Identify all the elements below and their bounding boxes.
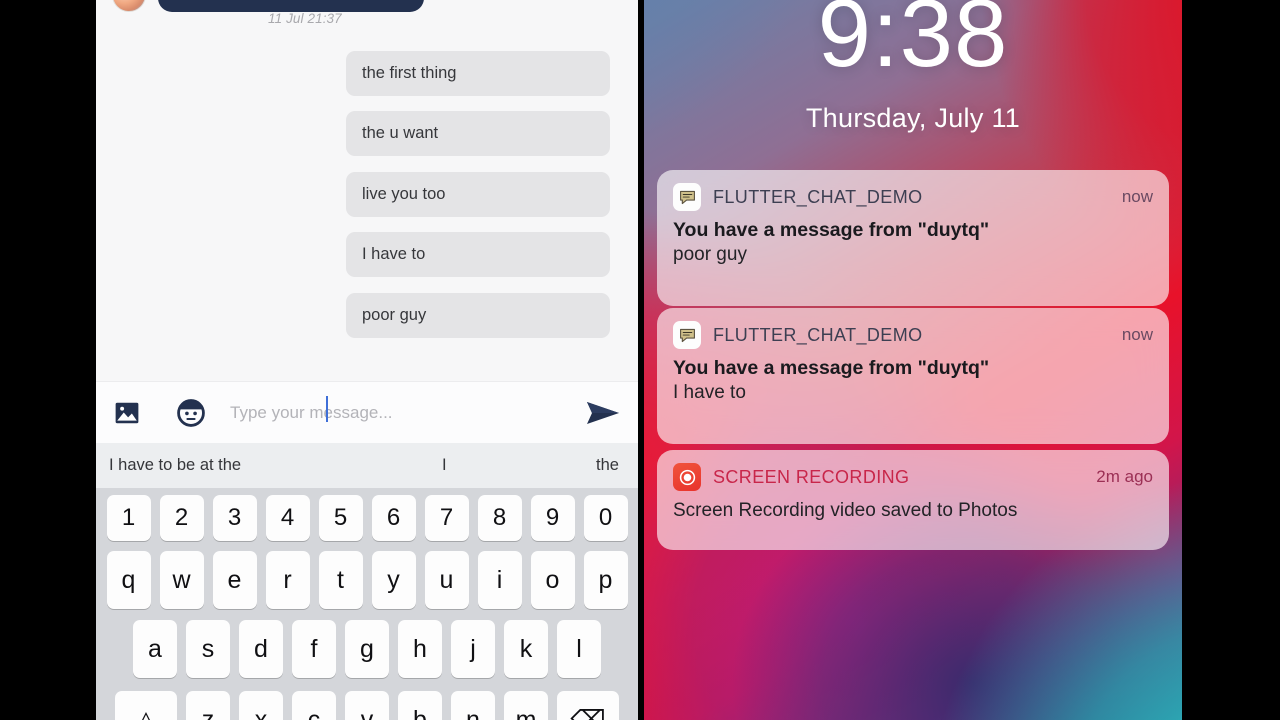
key[interactable]: j — [451, 620, 495, 678]
notification-body: I have to — [673, 382, 746, 403]
emoji-face-icon[interactable] — [176, 398, 206, 428]
keyboard-row-home: a s d f g h j k l — [96, 620, 638, 689]
notification-body: Screen Recording video saved to Photos — [673, 500, 1018, 521]
key[interactable]: r — [265, 551, 310, 609]
notification-card[interactable]: FLUTTER_CHAT_DEMO now You have a message… — [657, 308, 1169, 444]
key[interactable]: d — [239, 620, 283, 678]
key[interactable]: x — [239, 691, 283, 720]
chat-message-list[interactable]: 11 Jul 21:37 the first thing the u want … — [96, 0, 638, 380]
notification-header: SCREEN RECORDING 2m ago — [657, 450, 1169, 492]
notification-header: FLUTTER_CHAT_DEMO now — [657, 308, 1169, 350]
outgoing-message-bubble[interactable]: the first thing — [346, 51, 610, 96]
key[interactable]: h — [398, 620, 442, 678]
on-screen-keyboard: 1 2 3 4 5 6 7 8 9 0 q w e r t y u i o p … — [96, 488, 638, 720]
key[interactable]: w — [159, 551, 204, 609]
key[interactable]: 5 — [318, 495, 363, 541]
lock-screen-date: Thursday, July 11 — [805, 103, 1021, 133]
key[interactable]: o — [530, 551, 575, 609]
key[interactable]: i — [477, 551, 522, 609]
screen-record-icon — [673, 463, 701, 491]
notification-title: You have a message from "duytq" — [673, 357, 990, 379]
key[interactable]: 1 — [106, 495, 151, 541]
outgoing-message-bubble[interactable]: I have to — [346, 232, 610, 277]
notification-app-name: FLUTTER_CHAT_DEMO — [713, 186, 923, 207]
avatar — [112, 0, 146, 12]
notification-app-name: SCREEN RECORDING — [713, 466, 910, 487]
key[interactable]: s — [186, 620, 230, 678]
notification-time: 2m ago — [1096, 467, 1153, 486]
key[interactable]: 4 — [265, 495, 310, 541]
notification-body: poor guy — [673, 244, 747, 265]
screenshot-root: 11 Jul 21:37 the first thing the u want … — [0, 0, 1280, 720]
text-cursor — [326, 396, 328, 422]
key[interactable]: 8 — [477, 495, 522, 541]
key[interactable]: p — [583, 551, 628, 609]
key[interactable]: 0 — [583, 495, 628, 541]
key[interactable]: u — [424, 551, 469, 609]
chat-app-panel: 11 Jul 21:37 the first thing the u want … — [96, 0, 638, 720]
keyboard-row-top: q w e r t y u i o p — [96, 551, 638, 620]
backspace-key[interactable]: ⌫ — [557, 691, 619, 720]
ios-lock-screen-panel: 9:38 Thursday, July 11 FLUTTER_CHAT_DEMO… — [644, 0, 1182, 720]
message-timestamp: 11 Jul 21:37 — [268, 11, 342, 26]
key[interactable]: g — [345, 620, 389, 678]
key[interactable]: 3 — [212, 495, 257, 541]
keyboard-suggestion-bar: I have to be at the I the — [96, 443, 638, 488]
chat-bubble-app-icon — [673, 321, 701, 349]
panel-divider — [638, 0, 644, 720]
key[interactable]: q — [106, 551, 151, 609]
key[interactable]: k — [504, 620, 548, 678]
key[interactable]: c — [292, 691, 336, 720]
keyboard-row-bottom: △ z x c v b n m ⌫ — [96, 689, 638, 720]
key[interactable]: 7 — [424, 495, 469, 541]
notification-title: You have a message from "duytq" — [673, 219, 990, 241]
key[interactable]: e — [212, 551, 257, 609]
notification-app-name: FLUTTER_CHAT_DEMO — [713, 324, 923, 345]
suggestion-item[interactable]: I — [442, 456, 447, 475]
key[interactable]: f — [292, 620, 336, 678]
notification-time: now — [1121, 187, 1153, 206]
lock-screen-time: 9:38 — [817, 0, 1009, 87]
message-input[interactable] — [222, 402, 586, 423]
notification-card[interactable]: SCREEN RECORDING 2m ago Screen Recording… — [657, 450, 1169, 550]
suggestion-item[interactable]: I have to be at the — [109, 456, 241, 475]
key[interactable]: l — [557, 620, 601, 678]
notification-time: now — [1121, 325, 1153, 344]
key[interactable]: 9 — [530, 495, 575, 541]
key[interactable]: 2 — [159, 495, 204, 541]
notification-card[interactable]: FLUTTER_CHAT_DEMO now You have a message… — [657, 170, 1169, 306]
key[interactable]: a — [133, 620, 177, 678]
outgoing-message-bubble[interactable]: the u want — [346, 111, 610, 156]
send-icon[interactable] — [586, 398, 620, 428]
image-icon[interactable] — [114, 400, 140, 426]
letterbox-right — [1182, 0, 1280, 720]
key[interactable]: n — [451, 691, 495, 720]
outgoing-message-bubble[interactable]: poor guy — [346, 293, 610, 338]
key[interactable]: t — [318, 551, 363, 609]
shift-key[interactable]: △ — [115, 691, 177, 720]
key[interactable]: 6 — [371, 495, 416, 541]
letterbox-left — [0, 0, 96, 720]
key[interactable]: z — [186, 691, 230, 720]
suggestion-item[interactable]: the — [596, 456, 619, 475]
key[interactable]: y — [371, 551, 416, 609]
key[interactable]: b — [398, 691, 442, 720]
message-composer — [96, 381, 638, 443]
key[interactable]: m — [504, 691, 548, 720]
key[interactable]: v — [345, 691, 389, 720]
keyboard-row-numbers: 1 2 3 4 5 6 7 8 9 0 — [96, 495, 638, 551]
chat-bubble-app-icon — [673, 183, 701, 211]
notification-header: FLUTTER_CHAT_DEMO now — [657, 170, 1169, 212]
outgoing-message-bubble[interactable]: live you too — [346, 172, 610, 217]
